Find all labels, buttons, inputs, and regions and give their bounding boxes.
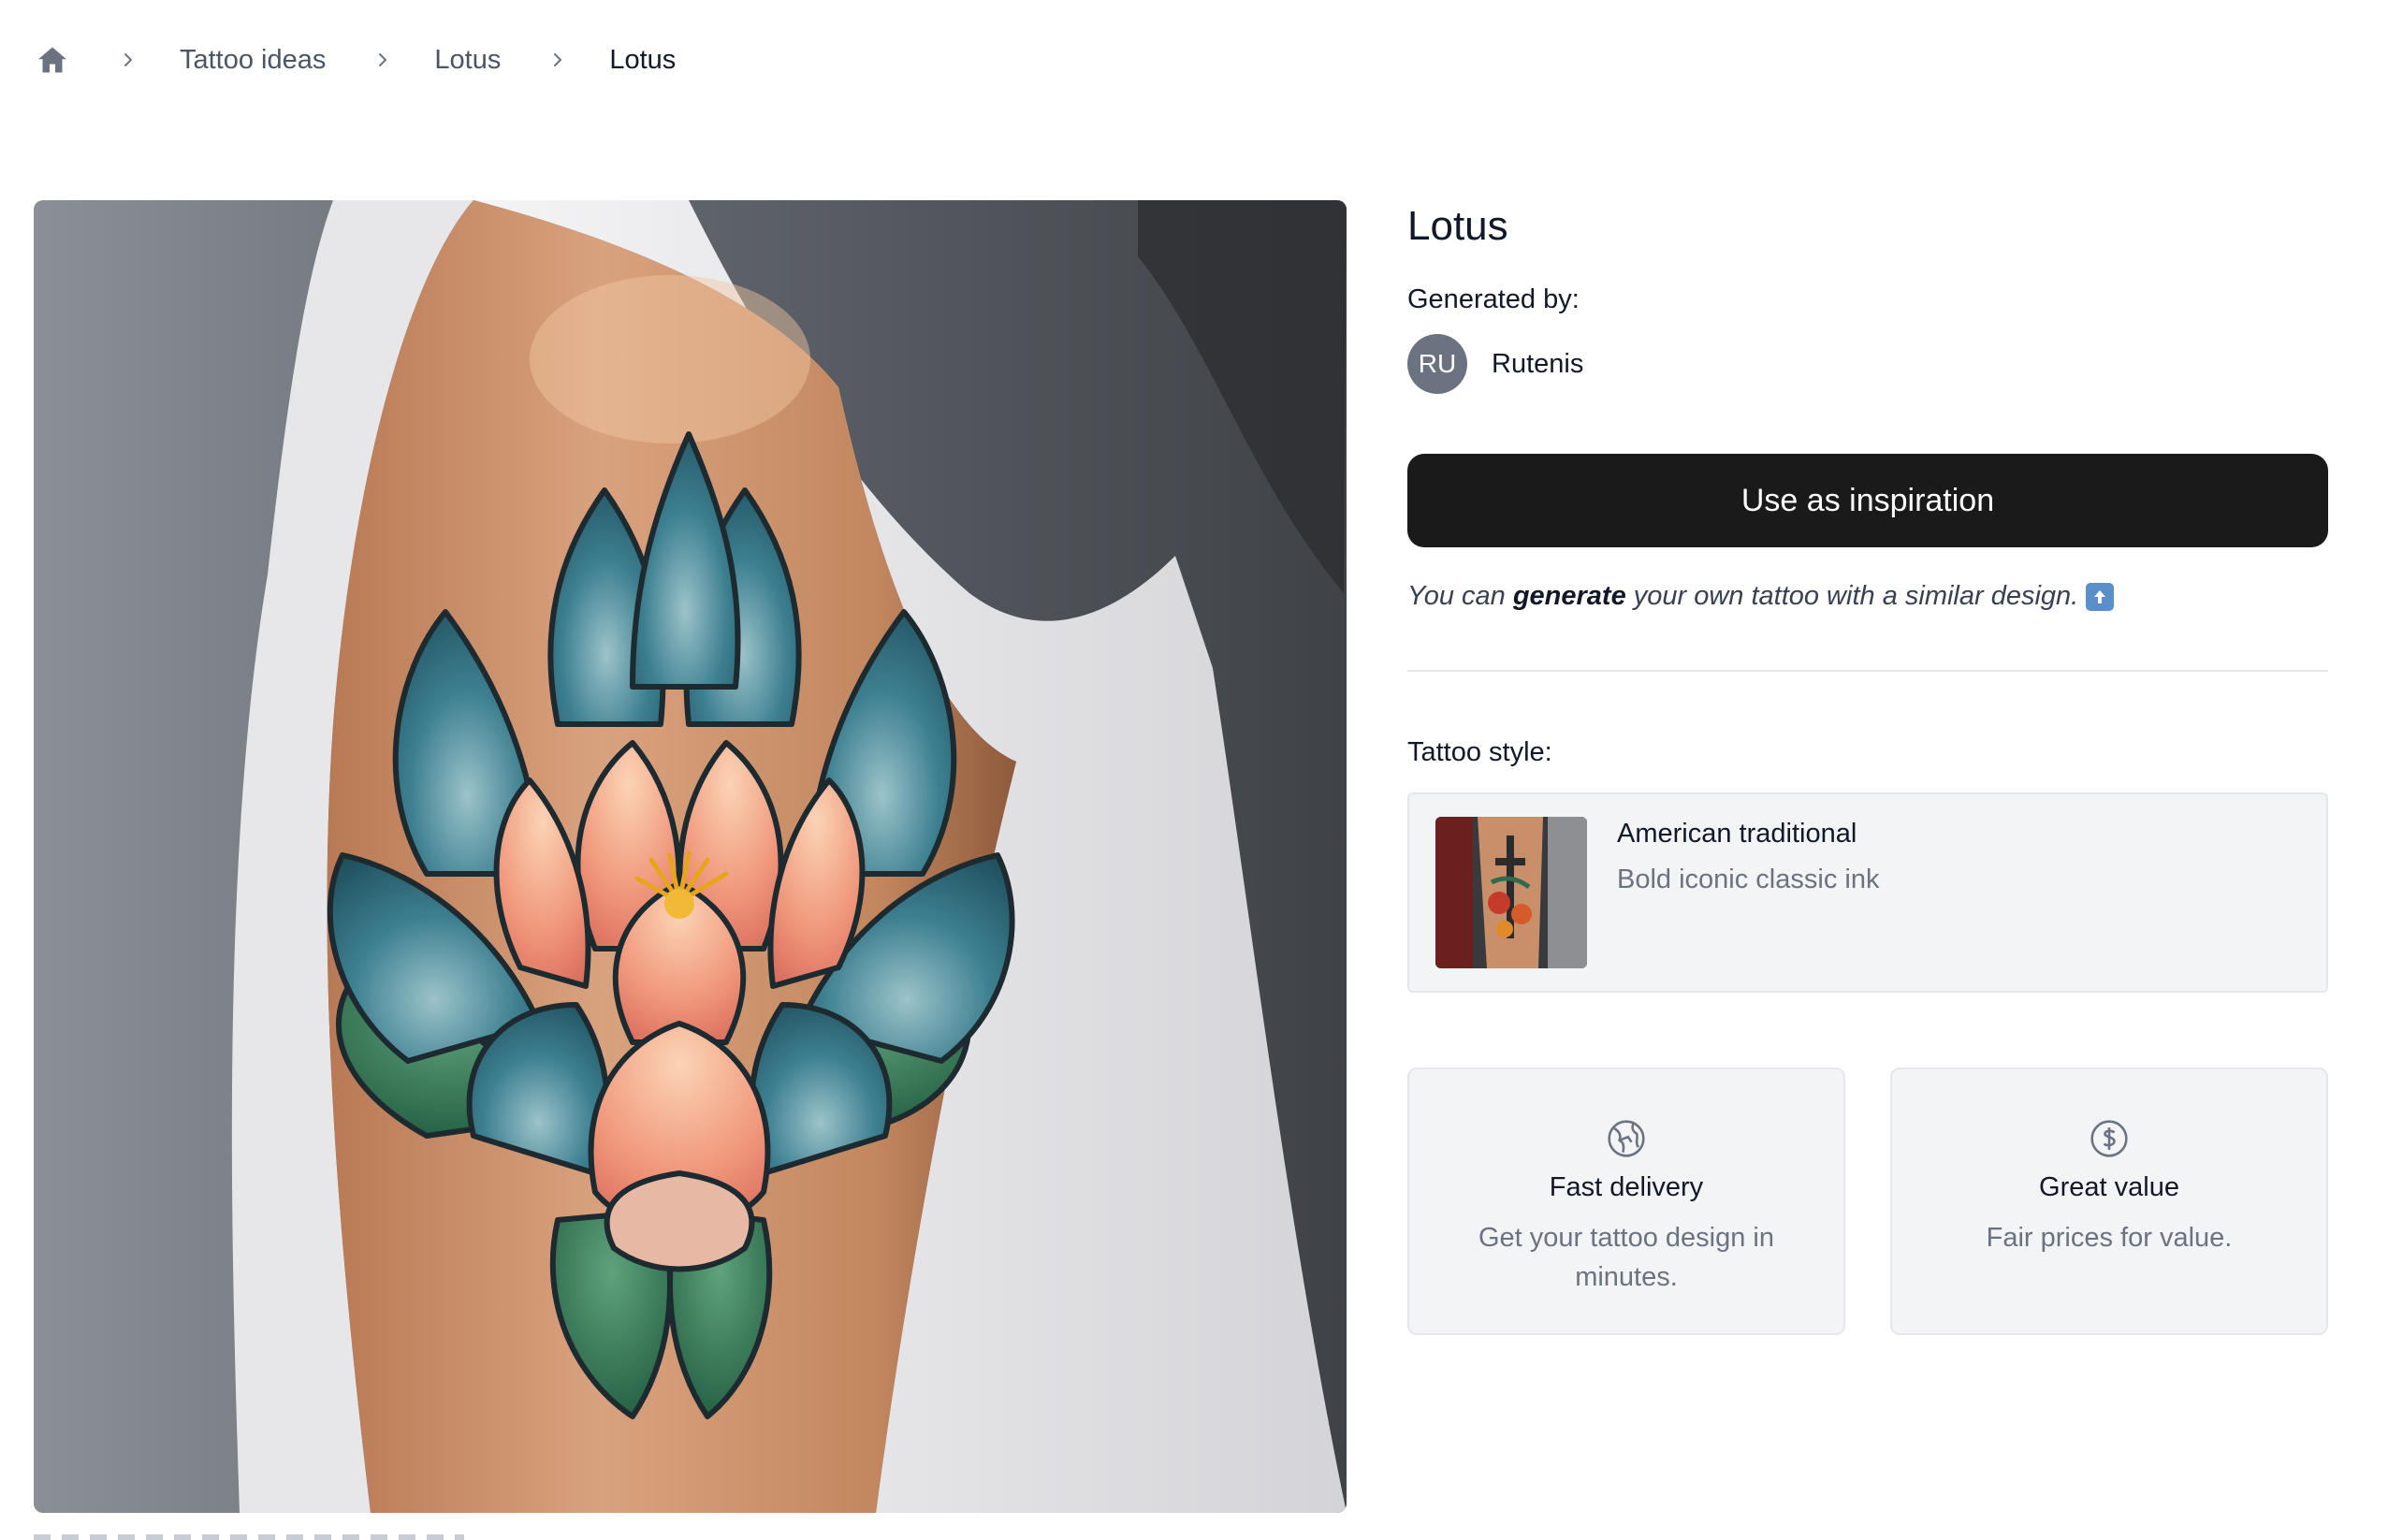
generated-by-label: Generated by: (1407, 284, 1580, 314)
image-caption (34, 1534, 595, 1540)
feature-card-fast-delivery: Fast delivery Get your tattoo design in … (1407, 1068, 1845, 1335)
home-icon[interactable] (34, 41, 71, 79)
page-title: Lotus (1407, 203, 1508, 249)
generate-hint: You can generate your own tattoo with a … (1407, 581, 2328, 612)
tattoo-style-card[interactable]: American traditional Bold iconic classic… (1407, 792, 2328, 993)
design-details: Lotus Generated by: RU Rutenis Use as in… (1407, 200, 2328, 1335)
style-thumbnail (1435, 817, 1587, 968)
globe-icon (1606, 1118, 1647, 1159)
up-arrow-icon (2086, 582, 2115, 611)
tattoo-style-label: Tattoo style: (1407, 737, 1552, 767)
feature-description: Fair prices for value. (1986, 1223, 2233, 1253)
breadcrumb-item-lotus-category[interactable]: Lotus (434, 45, 501, 76)
author-name: Rutenis (1492, 348, 1584, 379)
chevron-right-icon (116, 48, 140, 72)
feature-description: Get your tattoo design in minutes. (1478, 1223, 1774, 1292)
breadcrumb-item-current: Lotus (609, 44, 677, 75)
use-as-inspiration-button[interactable]: Use as inspiration (1407, 454, 2328, 547)
feature-card-great-value: Great value Fair prices for value. (1890, 1068, 2328, 1335)
hint-emphasis: generate (1512, 581, 1626, 611)
avatar: RU (1407, 334, 1467, 394)
chevron-right-icon (546, 48, 570, 72)
feature-title: Fast delivery (1549, 1172, 1704, 1202)
feature-list: Fast delivery Get your tattoo design in … (1407, 1068, 2328, 1335)
hint-prefix: You can (1407, 581, 1506, 611)
dollar-icon (2089, 1118, 2130, 1159)
divider (1407, 670, 2328, 672)
style-description: Bold iconic classic ink (1617, 864, 1880, 894)
breadcrumb-item-tattoo-ideas[interactable]: Tattoo ideas (180, 45, 326, 76)
style-name: American traditional (1617, 819, 1857, 849)
feature-title: Great value (2039, 1172, 2179, 1202)
tattoo-image[interactable] (34, 200, 1347, 1513)
author[interactable]: RU Rutenis (1407, 334, 2328, 394)
breadcrumb: Tattoo ideas Lotus Lotus (34, 41, 676, 79)
hint-suffix: your own tattoo with a similar design. (1633, 581, 2079, 611)
chevron-right-icon (371, 48, 395, 72)
